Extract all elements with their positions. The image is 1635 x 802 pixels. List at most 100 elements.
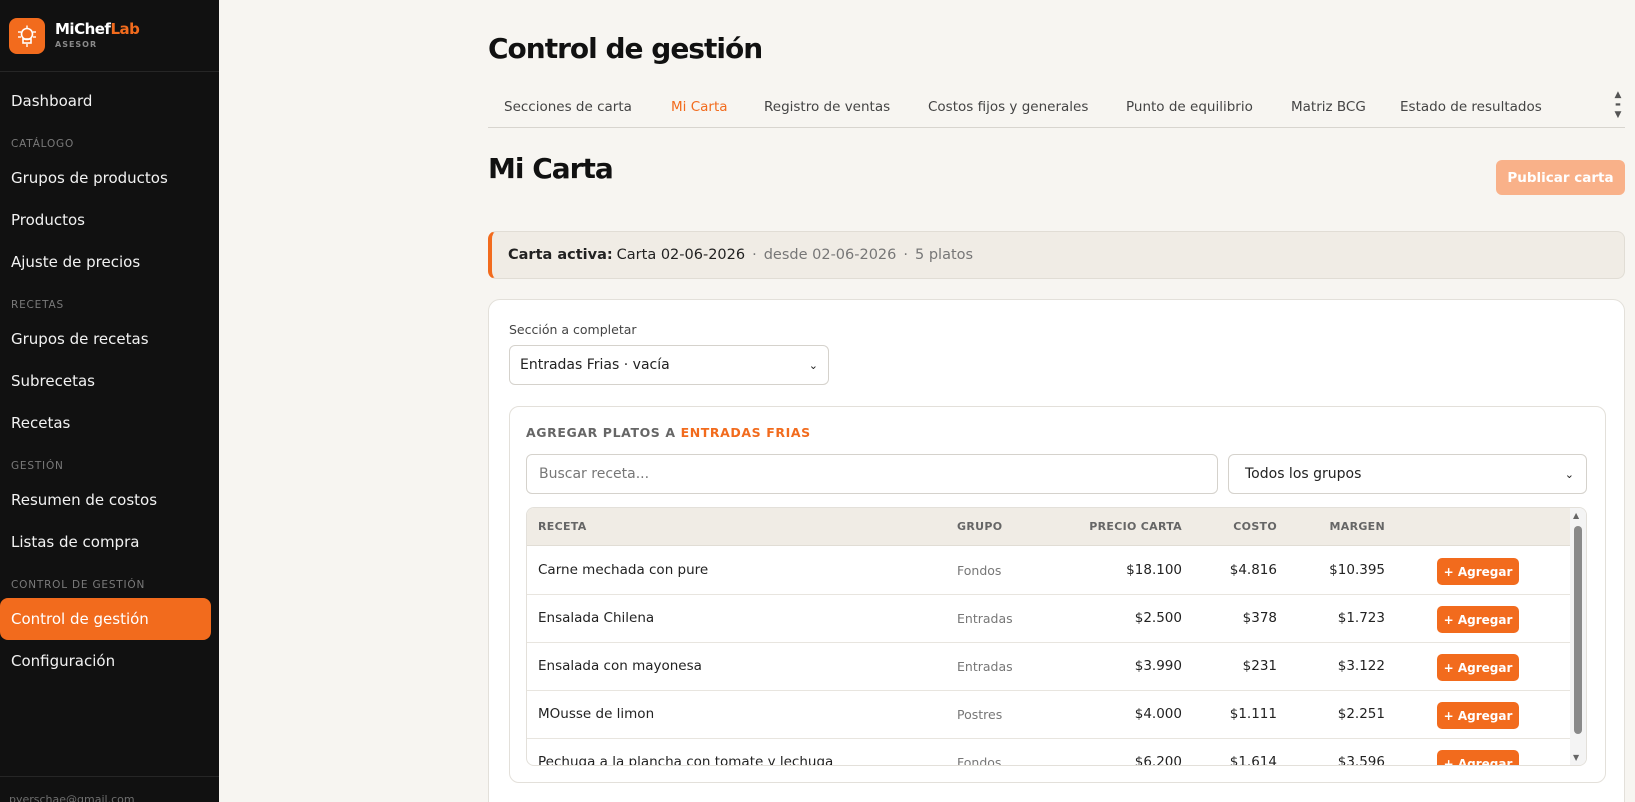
scroll-middle-icon: ▬ — [1615, 101, 1621, 108]
scroll-up-icon[interactable]: ▲ — [1615, 90, 1622, 100]
column-header-precio: PRECIO CARTA — [1089, 520, 1182, 533]
recipe-margin: $3.122 — [1337, 658, 1385, 674]
tab-mi-carta[interactable]: Mi Carta — [671, 99, 728, 115]
recipe-search-input[interactable]: Buscar receta... — [526, 454, 1218, 494]
tab-registro-ventas[interactable]: Registro de ventas — [764, 99, 890, 115]
recipe-cost: $231 — [1242, 658, 1277, 674]
tab-punto-equilibrio[interactable]: Punto de equilibrio — [1126, 99, 1253, 115]
app-name: MiChefLab — [55, 20, 140, 38]
tab-secciones-carta[interactable]: Secciones de carta — [504, 99, 632, 115]
recipe-margin: $10.395 — [1329, 562, 1385, 578]
sidebar-item-ajuste-precios[interactable]: Ajuste de precios — [0, 241, 211, 283]
add-recipe-button[interactable]: + Agregar — [1437, 750, 1519, 765]
scroll-down-icon[interactable]: ▼ — [1573, 753, 1579, 762]
add-recipe-button[interactable]: + Agregar — [1437, 702, 1519, 729]
separator-dot: · — [903, 247, 908, 263]
active-carta-name: Carta 02-06-2026 — [616, 247, 746, 263]
column-header-costo: COSTO — [1233, 520, 1277, 533]
chevron-down-icon: ⌄ — [808, 358, 818, 372]
sidebar-item-resumen-costos[interactable]: Resumen de costos — [0, 479, 211, 521]
recipe-group: Postres — [957, 707, 1003, 722]
add-recipe-button[interactable]: + Agregar — [1437, 558, 1519, 585]
recipe-margin: $2.251 — [1337, 706, 1385, 722]
sidebar-item-configuracion[interactable]: Configuración — [0, 640, 211, 682]
sidebar-item-control-gestion[interactable]: Control de gestión — [0, 598, 211, 640]
sidebar-item-dashboard[interactable]: Dashboard — [0, 80, 211, 122]
recipes-table: RECETA GRUPO PRECIO CARTA COSTO MARGEN C… — [526, 507, 1587, 766]
add-recipe-button[interactable]: + Agregar — [1437, 654, 1519, 681]
tab-matriz-bcg[interactable]: Matriz BCG — [1291, 99, 1366, 115]
recipe-cost: $1.614 — [1229, 754, 1277, 766]
sidebar-item-recetas[interactable]: Recetas — [0, 402, 211, 444]
chef-logo-icon — [9, 17, 45, 54]
recipe-price: $4.000 — [1134, 706, 1182, 722]
recipe-name: Carne mechada con pure — [538, 562, 709, 578]
brand[interactable]: MiChefLab ASESOR — [0, 0, 219, 72]
user-role: ASESOR — [55, 40, 98, 49]
tab-costos-fijos[interactable]: Costos fijos y generales — [928, 99, 1088, 115]
sidebar-section-gestion: GESTIÓN — [11, 460, 64, 472]
table-row: Carne mechada con pure Fondos $18.100 $4… — [527, 547, 1572, 595]
recipe-group: Fondos — [957, 755, 1002, 766]
sidebar-item-grupos-recetas[interactable]: Grupos de recetas — [0, 318, 211, 360]
recipe-name: Ensalada Chilena — [538, 610, 655, 626]
column-header-grupo: GRUPO — [957, 520, 1003, 533]
scroll-down-icon[interactable]: ▼ — [1615, 110, 1622, 120]
recipe-cost: $4.816 — [1229, 562, 1277, 578]
recipe-name: Pechuga a la plancha con tomate y lechug… — [538, 754, 834, 766]
sidebar-item-productos[interactable]: Productos — [0, 199, 211, 241]
recipe-cost: $1.111 — [1229, 706, 1277, 722]
tab-bar: Secciones de carta Mi Carta Registro de … — [488, 90, 1625, 128]
recipe-price: $6.200 — [1134, 754, 1182, 766]
add-dishes-panel: AGREGAR PLATOS A ENTRADAS FRIAS Buscar r… — [509, 406, 1606, 783]
recipe-group: Fondos — [957, 563, 1002, 578]
sidebar-section-control: CONTROL DE GESTIÓN — [11, 579, 146, 591]
carta-editor-card: Sección a completar Entradas Frias · vac… — [488, 299, 1625, 802]
recipe-name: MOusse de limon — [538, 706, 655, 722]
table-row: Ensalada con mayonesa Entradas $3.990 $2… — [527, 643, 1572, 691]
tab-scroll-arrows[interactable]: ▲ ▬ ▼ — [1611, 90, 1625, 126]
recipe-group: Entradas — [957, 659, 1013, 674]
group-filter-value: Todos los grupos — [1245, 466, 1362, 482]
active-carta-since: desde 02-06-2026 — [763, 247, 897, 263]
recipe-margin: $1.723 — [1337, 610, 1385, 626]
recipe-price: $18.100 — [1126, 562, 1182, 578]
recipe-group: Entradas — [957, 611, 1013, 626]
active-carta-banner: Carta activa: Carta 02-06-2026 · desde 0… — [488, 231, 1625, 279]
sidebar-section-recetas: RECETAS — [11, 299, 64, 311]
section-field-label: Sección a completar — [509, 322, 637, 337]
scroll-up-icon[interactable]: ▲ — [1573, 511, 1579, 520]
page-title: Control de gestión — [488, 32, 763, 65]
section-select-value: Entradas Frias · vacía — [520, 357, 670, 373]
column-header-margen: MARGEN — [1329, 520, 1385, 533]
add-recipe-button[interactable]: + Agregar — [1437, 606, 1519, 633]
sidebar: MiChefLab ASESOR Dashboard CATÁLOGO Grup… — [0, 0, 219, 802]
recipe-cost: $378 — [1242, 610, 1277, 626]
tab-estado-resultados[interactable]: Estado de resultados — [1400, 99, 1542, 115]
recipe-price: $2.500 — [1134, 610, 1182, 626]
table-row: Ensalada Chilena Entradas $2.500 $378 $1… — [527, 595, 1572, 643]
add-dishes-heading: AGREGAR PLATOS A ENTRADAS FRIAS — [526, 425, 811, 440]
chevron-down-icon: ⌄ — [1564, 467, 1574, 481]
scrollbar-thumb[interactable] — [1574, 526, 1582, 734]
table-row: MOusse de limon Postres $4.000 $1.111 $2… — [527, 691, 1572, 739]
sidebar-item-grupos-productos[interactable]: Grupos de productos — [0, 157, 211, 199]
active-carta-count: 5 platos — [915, 247, 974, 263]
sidebar-item-listas-compra[interactable]: Listas de compra — [0, 521, 211, 563]
column-header-receta: RECETA — [538, 520, 587, 533]
active-carta-label: Carta activa: — [508, 247, 613, 263]
separator-dot: · — [752, 247, 757, 263]
recipe-margin: $3.596 — [1337, 754, 1385, 766]
user-email: pyerschae@gmail.com — [0, 776, 219, 802]
recipe-price: $3.990 — [1134, 658, 1182, 674]
recipe-name: Ensalada con mayonesa — [538, 658, 702, 674]
section-title: Mi Carta — [488, 152, 614, 185]
table-header: RECETA GRUPO PRECIO CARTA COSTO MARGEN — [527, 508, 1572, 546]
group-filter-select[interactable]: Todos los grupos ⌄ — [1228, 454, 1587, 494]
publish-carta-button[interactable]: Publicar carta — [1496, 160, 1625, 195]
sidebar-section-catalogo: CATÁLOGO — [11, 138, 75, 150]
sidebar-item-subrecetas[interactable]: Subrecetas — [0, 360, 211, 402]
table-scrollbar[interactable]: ▲ ▼ — [1570, 508, 1586, 765]
table-row: Pechuga a la plancha con tomate y lechug… — [527, 739, 1572, 766]
section-select[interactable]: Entradas Frias · vacía ⌄ — [509, 345, 829, 385]
